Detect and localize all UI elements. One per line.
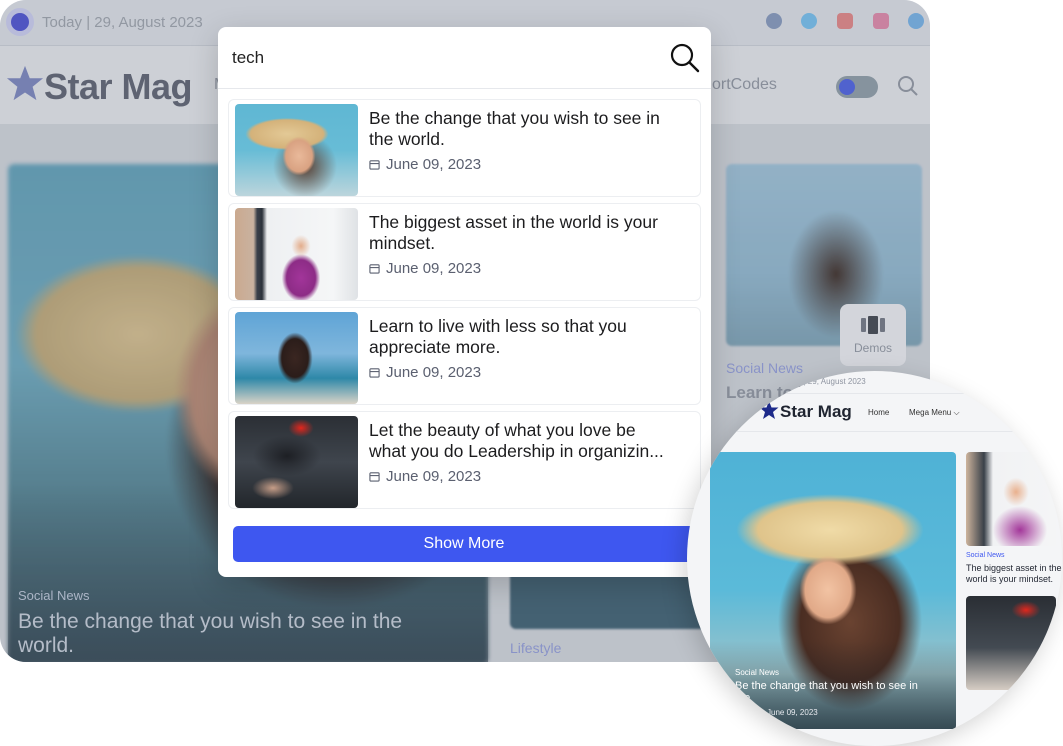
result-date-text: June 09, 2023 — [386, 156, 482, 173]
search-popup: Be the change that you wish to see in th… — [218, 27, 711, 577]
result-title-line-2: the world. — [369, 129, 445, 149]
calendar-icon — [369, 264, 380, 274]
result-title[interactable]: The biggest asset in the world is your m… — [369, 212, 694, 254]
zoom-preview-content: Today | 29, August 2023 Star Mag Home Me… — [687, 371, 1062, 746]
calendar-icon — [369, 368, 380, 378]
result-title-line-2: what you do Leadership in organizin... — [369, 441, 664, 461]
result-title-line-1: The biggest asset in the world is your — [369, 212, 658, 232]
zoom-preview-circle: Today | 29, August 2023 Star Mag Home Me… — [687, 371, 1062, 746]
result-thumbnail[interactable] — [235, 416, 358, 508]
result-date-text: June 09, 2023 — [386, 468, 482, 485]
result-title-line-2: mindset. — [369, 233, 436, 253]
zoom-hero-date: June 09, 2023 — [767, 708, 818, 717]
result-thumbnail[interactable] — [235, 312, 358, 404]
result-date: June 09, 2023 — [369, 468, 481, 485]
result-date: June 09, 2023 — [369, 260, 481, 277]
result-date-text: June 09, 2023 — [386, 260, 482, 277]
result-title-line-2: appreciate more. — [369, 337, 501, 357]
search-icon[interactable] — [669, 42, 701, 74]
zoom-hero-category[interactable]: Social News — [735, 668, 779, 677]
zoom-side-title[interactable]: The biggest asset in the world is your m… — [966, 563, 1062, 585]
search-input[interactable] — [232, 43, 652, 73]
search-result-item[interactable]: Let the beauty of what you love be what … — [228, 411, 701, 509]
search-result-item[interactable]: Learn to live with less so that you appr… — [228, 307, 701, 405]
search-bar — [218, 27, 711, 89]
result-thumbnail[interactable] — [235, 208, 358, 300]
zoom-top-date: Today | 29, August 2023 — [780, 377, 866, 386]
result-title-line-1: Let the beauty of what you love be — [369, 420, 636, 440]
result-date-text: June 09, 2023 — [386, 364, 482, 381]
show-more-button[interactable]: Show More — [233, 526, 695, 562]
result-title[interactable]: Be the change that you wish to see in th… — [369, 108, 694, 150]
zoom-site-logo[interactable]: Star Mag — [780, 402, 852, 422]
zoom-nav-mega-menu[interactable]: Mega Menu ⌵ — [909, 408, 960, 418]
zoom-side-card-image[interactable] — [966, 452, 1056, 546]
zoom-star-logo-icon — [759, 401, 779, 419]
zoom-hero-title[interactable]: Be the change that you wish to see in th… — [735, 680, 935, 704]
result-title-line-1: Learn to live with less so that you — [369, 316, 627, 336]
search-result-item[interactable]: The biggest asset in the world is your m… — [228, 203, 701, 301]
result-title[interactable]: Let the beauty of what you love be what … — [369, 420, 694, 462]
result-title[interactable]: Learn to live with less so that you appr… — [369, 316, 694, 358]
zoom-header-divider — [687, 431, 1062, 432]
zoom-nav-home[interactable]: Home — [868, 408, 889, 417]
zoom-side-category[interactable]: Social News — [966, 552, 1005, 559]
zoom-topbar-divider — [687, 393, 1062, 394]
calendar-icon — [369, 472, 380, 482]
calendar-icon — [369, 160, 380, 170]
result-title-line-1: Be the change that you wish to see in — [369, 108, 660, 128]
zoom-side-card-image-2[interactable] — [966, 596, 1056, 690]
result-thumbnail[interactable] — [235, 104, 358, 196]
search-results: Be the change that you wish to see in th… — [228, 99, 701, 515]
result-date: June 09, 2023 — [369, 156, 481, 173]
search-result-item[interactable]: Be the change that you wish to see in th… — [228, 99, 701, 197]
result-date: June 09, 2023 — [369, 364, 481, 381]
